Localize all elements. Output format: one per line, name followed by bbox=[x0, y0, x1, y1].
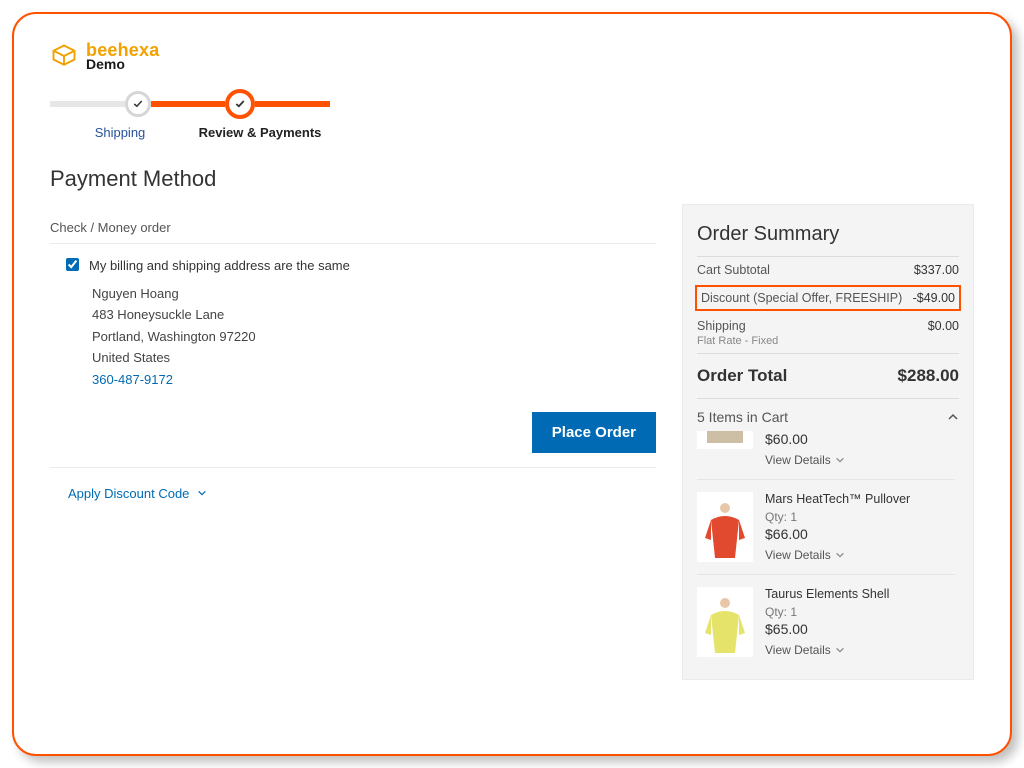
order-summary: Order Summary Cart Subtotal $337.00 Disc… bbox=[682, 204, 974, 680]
payment-method-title: Payment Method bbox=[50, 166, 974, 192]
item-name: Taurus Elements Shell bbox=[765, 587, 955, 601]
item-qty: Qty: 1 bbox=[765, 605, 955, 619]
step-shipping[interactable] bbox=[125, 91, 151, 117]
discount-value: -$49.00 bbox=[913, 291, 955, 305]
step-review[interactable] bbox=[225, 89, 255, 119]
cart-count: 5 Items in Cart bbox=[697, 409, 788, 425]
brand-logo: beehexa Demo bbox=[50, 42, 974, 71]
summary-title: Order Summary bbox=[697, 223, 959, 246]
addr-street: 483 Honeysuckle Lane bbox=[92, 304, 656, 325]
item-price: $60.00 bbox=[765, 431, 955, 447]
list-item: Taurus Elements Shell Qty: 1 $65.00 View… bbox=[697, 574, 955, 669]
subtotal-label: Cart Subtotal bbox=[697, 263, 770, 277]
addr-phone[interactable]: 360-487-9172 bbox=[92, 369, 656, 390]
cart-items-list[interactable]: $60.00 View Details Mars HeatTech bbox=[697, 431, 959, 669]
list-item: $60.00 View Details bbox=[697, 431, 955, 479]
billing-address: Nguyen Hoang 483 Honeysuckle Lane Portla… bbox=[50, 277, 656, 390]
brand-sub: Demo bbox=[86, 58, 159, 71]
view-details-link[interactable]: View Details bbox=[765, 548, 955, 562]
item-name: Mars HeatTech™ Pullover bbox=[765, 492, 955, 506]
same-address-checkbox[interactable] bbox=[66, 258, 79, 271]
check-icon bbox=[234, 98, 246, 110]
chevron-down-icon bbox=[835, 550, 845, 560]
item-price: $65.00 bbox=[765, 621, 955, 637]
chevron-down-icon bbox=[197, 488, 207, 498]
payment-method-value: Check / Money order bbox=[50, 204, 656, 244]
item-thumb bbox=[697, 431, 753, 449]
chevron-down-icon bbox=[835, 455, 845, 465]
apply-discount-label: Apply Discount Code bbox=[68, 486, 189, 501]
list-item: Mars HeatTech™ Pullover Qty: 1 $66.00 Vi… bbox=[697, 479, 955, 574]
discount-label: Discount (Special Offer, FREESHIP) bbox=[701, 291, 902, 305]
place-order-button[interactable]: Place Order bbox=[532, 412, 656, 453]
subtotal-value: $337.00 bbox=[914, 263, 959, 277]
shipping-label: Shipping bbox=[697, 319, 746, 333]
view-details-link[interactable]: View Details bbox=[765, 453, 955, 467]
item-price: $66.00 bbox=[765, 526, 955, 542]
chevron-down-icon bbox=[835, 645, 845, 655]
checkout-stepper bbox=[50, 89, 330, 119]
same-address-label[interactable]: My billing and shipping address are the … bbox=[89, 258, 350, 273]
chevron-up-icon bbox=[947, 411, 959, 423]
addr-name: Nguyen Hoang bbox=[92, 283, 656, 304]
logo-icon bbox=[50, 42, 78, 70]
shipping-value: $0.00 bbox=[928, 319, 959, 333]
page-card: beehexa Demo Shipping Review & Payments … bbox=[12, 12, 1012, 756]
addr-country: United States bbox=[92, 347, 656, 368]
cart-items-toggle[interactable]: 5 Items in Cart bbox=[697, 398, 959, 431]
step-label-shipping[interactable]: Shipping bbox=[50, 125, 190, 140]
step-label-review: Review & Payments bbox=[190, 125, 330, 140]
addr-city: Portland, Washington 97220 bbox=[92, 326, 656, 347]
item-thumb bbox=[697, 587, 753, 657]
total-label: Order Total bbox=[697, 366, 787, 386]
discount-row: Discount (Special Offer, FREESHIP) -$49.… bbox=[695, 285, 961, 311]
total-value: $288.00 bbox=[898, 366, 959, 386]
apply-discount-toggle[interactable]: Apply Discount Code bbox=[50, 468, 656, 501]
item-qty: Qty: 1 bbox=[765, 510, 955, 524]
check-icon bbox=[132, 98, 144, 110]
item-thumb bbox=[697, 492, 753, 562]
view-details-link[interactable]: View Details bbox=[765, 643, 955, 657]
shipping-method: Flat Rate - Fixed bbox=[697, 335, 959, 347]
